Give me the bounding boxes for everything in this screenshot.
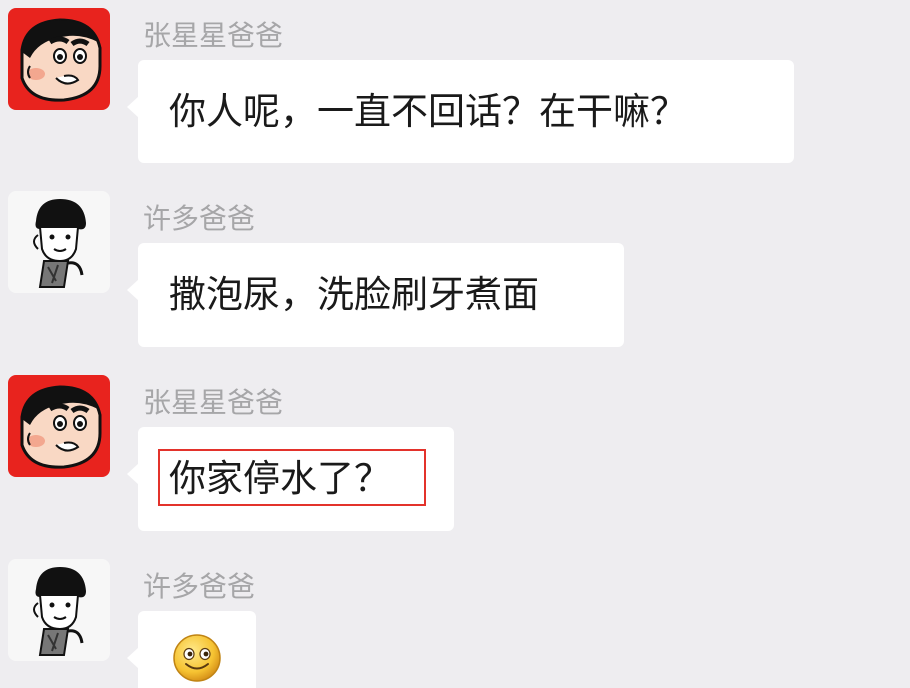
cartoon-boy-icon — [33, 199, 86, 288]
cartoon-boy-avatar[interactable] — [8, 559, 110, 661]
message-bubble[interactable]: 你人呢，一直不回话？在干嘛？ — [127, 60, 794, 163]
cartoon-boy-avatar[interactable] — [8, 191, 110, 293]
message-bubble[interactable]: 你家停水了？ — [127, 427, 454, 531]
chat-message: 张星星爸爸 你家停水了？ — [0, 367, 910, 537]
sender-name: 张星星爸爸 — [143, 19, 284, 52]
sender-name: 许多爸爸 — [143, 570, 256, 603]
sender-name: 许多爸爸 — [143, 202, 256, 235]
shinchan-avatar[interactable] — [8, 8, 110, 110]
shinchan-face-icon — [20, 18, 102, 102]
message-bubble[interactable]: 撒泡尿，洗脸刷牙煮面 — [127, 243, 624, 347]
message-bubble[interactable] — [127, 611, 256, 688]
cartoon-boy-icon — [33, 567, 86, 656]
sender-name: 张星星爸爸 — [143, 386, 284, 419]
shinchan-face-icon — [20, 385, 102, 469]
chat-message: 许多爸爸 撒泡尿，洗脸刷牙煮面 — [0, 183, 910, 353]
chat-message: 张星星爸爸 你人呢，一直不回话？在干嘛？ — [0, 0, 910, 170]
shinchan-avatar[interactable] — [8, 375, 110, 477]
chat-message: 许多爸爸 — [0, 551, 910, 688]
message-text: 撒泡尿，洗脸刷牙煮面 — [169, 273, 539, 316]
smiley-emoji-icon — [172, 633, 222, 687]
chat-conversation: 张星星爸爸 你人呢，一直不回话？在干嘛？ 许多爸爸 撒泡尿，洗脸刷牙煮面 张星星… — [0, 0, 910, 688]
message-text: 你人呢，一直不回话？在干嘛？ — [169, 90, 687, 133]
message-text: 你家停水了？ — [169, 457, 391, 500]
